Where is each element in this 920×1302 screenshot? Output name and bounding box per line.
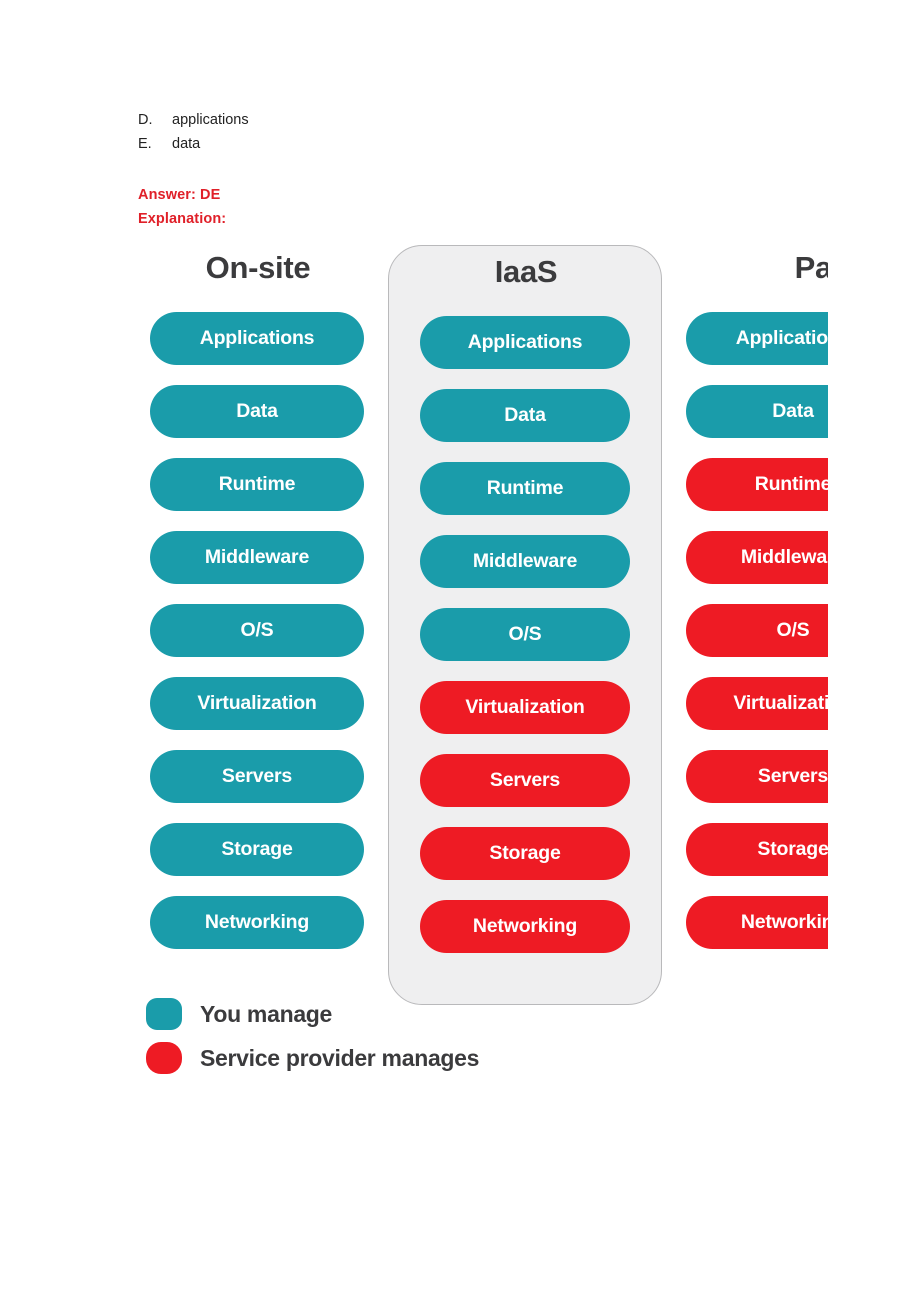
- legend-label-you-manage: You manage: [200, 1000, 333, 1027]
- layer-pill-applications: Applications: [150, 312, 364, 365]
- layer-list-iaas: Applications Data Runtime Middleware O/S…: [388, 316, 664, 953]
- page-edge-clip-mask: [828, 238, 920, 1088]
- cloud-responsibility-diagram: On-site Applications Data Runtime Middle…: [0, 238, 920, 1088]
- layer-pill-runtime: Runtime: [420, 462, 630, 515]
- layer-pill-storage: Storage: [150, 823, 364, 876]
- question-options: D. applications E. data: [138, 108, 738, 156]
- layer-pill-virtualization: Virtualization: [420, 681, 630, 734]
- legend-row-you-manage: You manage: [146, 998, 479, 1030]
- legend-swatch-red-icon: [146, 1042, 182, 1074]
- option-letter-e: E.: [138, 136, 152, 152]
- layer-pill-networking: Networking: [150, 896, 364, 949]
- answer-line: Answer: DE: [138, 187, 221, 203]
- column-on-site: On-site Applications Data Runtime Middle…: [136, 238, 378, 969]
- option-letter-d: D.: [138, 112, 153, 128]
- option-label-e: data: [172, 136, 201, 152]
- column-title-iaas: IaaS: [494, 254, 558, 289]
- page-root: { "question": { "options": [ { "letter":…: [0, 0, 920, 1302]
- column-iaas: IaaS Applications Data Runtime Middlewar…: [388, 238, 664, 1005]
- diagram-legend: You manage Service provider manages: [146, 998, 479, 1086]
- layer-pill-virtualization: Virtualization: [150, 677, 364, 730]
- option-label-d: applications: [172, 112, 249, 128]
- layer-pill-data: Data: [420, 389, 630, 442]
- layer-pill-middleware: Middleware: [150, 531, 364, 584]
- layer-pill-applications: Applications: [420, 316, 630, 369]
- layer-pill-servers: Servers: [150, 750, 364, 803]
- layer-list-on-site: Applications Data Runtime Middleware O/S…: [136, 312, 378, 949]
- option-row-d: D. applications: [138, 108, 738, 132]
- layer-pill-os: O/S: [150, 604, 364, 657]
- legend-row-provider-manages: Service provider manages: [146, 1042, 479, 1074]
- layer-pill-middleware: Middleware: [420, 535, 630, 588]
- answer-block: Answer: DE Explanation:: [138, 183, 226, 231]
- legend-label-provider-manages: Service provider manages: [200, 1044, 480, 1071]
- layer-pill-data: Data: [150, 385, 364, 438]
- column-title-on-site: On-site: [205, 250, 311, 285]
- option-row-e: E. data: [138, 132, 738, 156]
- layer-pill-storage: Storage: [420, 827, 630, 880]
- layer-pill-runtime: Runtime: [150, 458, 364, 511]
- layer-pill-os: O/S: [420, 608, 630, 661]
- explanation-line: Explanation:: [138, 211, 227, 227]
- layer-pill-servers: Servers: [420, 754, 630, 807]
- layer-pill-networking: Networking: [420, 900, 630, 953]
- legend-swatch-teal-icon: [146, 998, 182, 1030]
